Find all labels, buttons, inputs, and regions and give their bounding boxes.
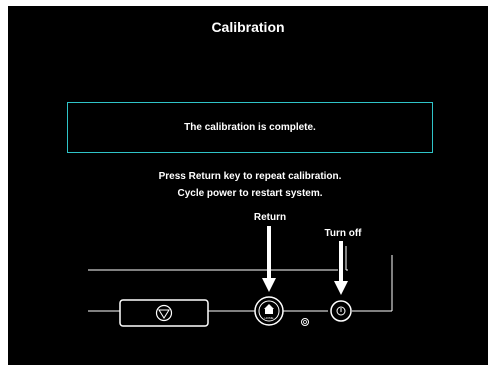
home-button[interactable]: HOME [254,296,284,326]
control-panel-diagram: HOME [88,226,393,327]
return-arrow-icon [262,226,276,292]
small-circle-icon [301,318,309,326]
power-button[interactable] [330,300,352,322]
stop-button[interactable] [119,299,209,327]
home-caption: HOME [265,316,274,320]
calibration-screen: Calibration The calibration is complete.… [8,6,488,365]
